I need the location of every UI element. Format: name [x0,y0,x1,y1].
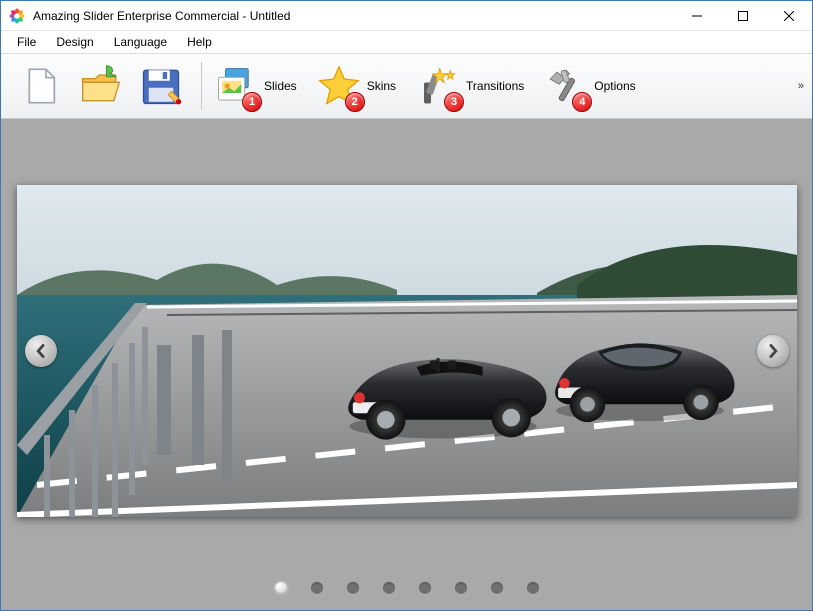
titlebar: Amazing Slider Enterprise Commercial - U… [1,1,812,31]
chevron-right-icon [766,344,780,358]
options-label: Options [594,79,635,93]
pagination-dot[interactable] [491,582,503,594]
options-icon: 4 [542,62,590,110]
menubar: File Design Language Help [1,31,812,53]
badge-2: 2 [345,92,365,112]
badge-4: 4 [572,92,592,112]
workspace [1,119,812,610]
pagination-dot[interactable] [311,582,323,594]
menu-file[interactable]: File [7,33,46,51]
menu-design[interactable]: Design [46,33,103,51]
skins-icon: 2 [315,62,363,110]
menu-language[interactable]: Language [104,33,177,51]
skins-label: Skins [367,79,396,93]
badge-1: 1 [242,92,262,112]
slider-preview [17,185,797,517]
window-title: Amazing Slider Enterprise Commercial - U… [33,9,674,23]
app-window: Amazing Slider Enterprise Commercial - U… [0,0,813,611]
toolbar-file-group [11,54,191,118]
toolbar-more-icon[interactable]: » [798,80,804,92]
toolbar: 1 Slides 2 Skins 3 [1,53,812,119]
pagination-dots [1,582,812,594]
skins-button[interactable]: 2 Skins [315,62,396,110]
slides-icon: 1 [212,62,260,110]
save-button[interactable] [137,62,185,110]
pagination-dot[interactable] [455,582,467,594]
new-button[interactable] [17,62,65,110]
slides-button[interactable]: 1 Slides [212,62,297,110]
pagination-dot[interactable] [275,582,287,594]
window-controls [674,1,812,30]
pagination-dot[interactable] [527,582,539,594]
badge-3: 3 [444,92,464,112]
transitions-icon: 3 [414,62,462,110]
app-icon [9,8,25,24]
slides-label: Slides [264,79,297,93]
transitions-label: Transitions [466,79,524,93]
minimize-button[interactable] [674,1,720,30]
pagination-dot[interactable] [383,582,395,594]
options-button[interactable]: 4 Options [542,62,635,110]
slider-next-button[interactable] [757,335,789,367]
open-button[interactable] [77,62,125,110]
pagination-dot[interactable] [419,582,431,594]
pagination-dot[interactable] [347,582,359,594]
toolbar-separator [201,62,202,110]
slide-image [17,185,797,517]
menu-help[interactable]: Help [177,33,222,51]
transitions-button[interactable]: 3 Transitions [414,62,524,110]
chevron-left-icon [34,344,48,358]
close-button[interactable] [766,1,812,30]
maximize-button[interactable] [720,1,766,30]
slider-prev-button[interactable] [25,335,57,367]
